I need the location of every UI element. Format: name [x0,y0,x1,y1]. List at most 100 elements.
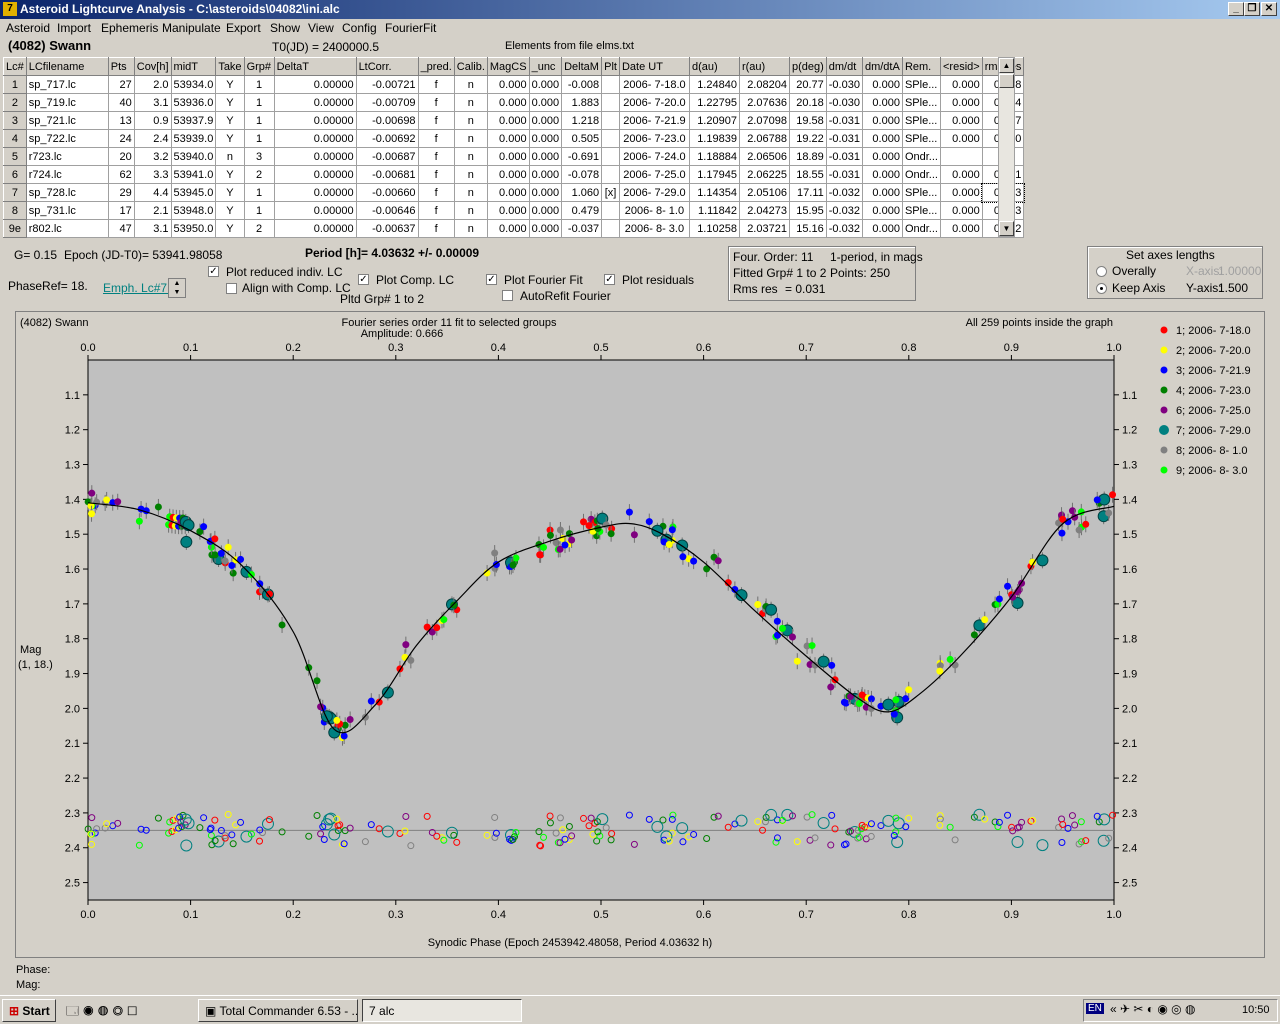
table-cell[interactable]: 53948.0 [170,201,217,220]
table-cell[interactable]: sp_719.lc [25,93,109,112]
table-cell[interactable]: 2006- 7-24.0 [618,147,690,166]
start-button[interactable]: ⊞ Start [2,999,56,1022]
table-cell[interactable]: 0.000 [861,147,903,166]
table-cell[interactable] [601,219,620,238]
table-cell[interactable]: SPle... [901,201,941,220]
table-cell[interactable]: 1 [243,201,275,220]
table-cell[interactable]: 2006- 7-18.0 [618,75,690,94]
table-cell[interactable]: -0.00660 [355,183,419,202]
table-cell[interactable]: 0.000 [528,219,563,238]
row-number[interactable]: 8 [3,201,27,220]
menu-show[interactable]: Show [270,21,300,35]
table-cell[interactable]: 13 [107,111,135,130]
table-cell[interactable] [601,129,620,148]
table-cell[interactable]: -0.030 [825,93,863,112]
maximize-button[interactable]: ❐ [1244,2,1260,16]
scroll-down-icon[interactable]: ▼ [999,221,1014,236]
scroll-thumb[interactable] [999,74,1014,88]
table-cell[interactable]: 0.000 [861,129,903,148]
table-cell[interactable]: 0.00000 [273,111,357,130]
table-cell[interactable]: 53940.0 [170,147,217,166]
column-header[interactable]: MagCS [486,57,530,76]
menu-export[interactable]: Export [226,21,261,35]
table-cell[interactable] [601,111,620,130]
table-cell[interactable]: -0.00681 [355,165,419,184]
table-cell[interactable]: -0.037 [561,219,603,238]
table-cell[interactable]: sp_721.lc [25,111,109,130]
xaxis-value[interactable]: 1.00000 [1218,264,1261,278]
table-cell[interactable]: -0.00709 [355,93,419,112]
minimize-button[interactable]: _ [1228,2,1244,16]
table-cell[interactable]: 0.000 [939,93,983,112]
table-cell[interactable]: 53934.0 [170,75,217,94]
column-header[interactable]: Plt [601,57,620,76]
table-cell[interactable]: 1.14354 [688,183,740,202]
column-header[interactable]: DeltaT [273,57,357,76]
table-cell[interactable]: n [453,201,488,220]
table-cell[interactable]: 0.000 [486,165,530,184]
table-cell[interactable]: 15.95 [788,201,827,220]
table-cell[interactable]: 0.000 [486,129,530,148]
column-header[interactable]: LCfilename [25,57,109,76]
row-number[interactable]: 5 [3,147,27,166]
column-header[interactable]: Pts [107,57,135,76]
table-cell[interactable]: Y [215,183,245,202]
table-cell[interactable]: 1.18884 [688,147,740,166]
table-cell[interactable]: 0.000 [486,111,530,130]
table-cell[interactable]: 2.06788 [738,129,790,148]
table-cell[interactable]: Ondr... [901,219,941,238]
table-cell[interactable]: 53936.0 [170,93,217,112]
table-cell[interactable]: -0.031 [825,129,863,148]
align-comp-checkbox[interactable] [226,283,237,294]
table-cell[interactable] [601,201,620,220]
table-cell[interactable]: SPle... [901,75,941,94]
column-header[interactable]: dm/dtA [861,57,903,76]
menu-import[interactable]: Import [57,21,91,35]
table-row[interactable]: 4 sp_722.lc 24 2.4 53939.0 Y 1 0.00000 -0.00692 f… [3,129,1025,148]
table-cell[interactable]: 20.18 [788,93,827,112]
table-cell[interactable]: -0.00646 [355,201,419,220]
table-cell[interactable]: 20 [107,147,135,166]
table-cell[interactable]: 0.00000 [273,201,357,220]
table-cell[interactable]: 1 [243,75,275,94]
table-cell[interactable]: 2.06225 [738,165,790,184]
row-number[interactable]: 3 [3,111,27,130]
table-cell[interactable]: 0.00000 [273,219,357,238]
table-cell[interactable]: f [417,183,455,202]
column-header[interactable]: Date UT [618,57,690,76]
table-cell[interactable]: 0.000 [861,219,903,238]
table-cell[interactable]: -0.032 [825,219,863,238]
table-cell[interactable]: 0.000 [486,201,530,220]
menu-fourierfit[interactable]: FourierFit [385,21,436,35]
table-cell[interactable]: 1 [243,111,275,130]
table-row[interactable]: 7 sp_728.lc 29 4.4 53945.0 Y 1 0.00000 -0.00660 f… [3,182,1025,203]
table-cell[interactable]: 2006- 7-23.0 [618,129,690,148]
autorefit-checkbox[interactable] [502,290,513,301]
quicklaunch-icons[interactable]: 🗔◉◍◎☐ [66,1002,141,1023]
emph-spinner[interactable]: ▲ ▼ [168,278,186,298]
table-cell[interactable]: 19.58 [788,111,827,130]
table-cell[interactable]: f [417,219,455,238]
plot-comp-checkbox[interactable]: ✓ [358,274,369,285]
table-cell[interactable]: 2.08204 [738,75,790,94]
table-cell[interactable]: 24 [107,129,135,148]
close-button[interactable]: ✕ [1261,2,1277,16]
yaxis-value[interactable]: 1.500 [1218,281,1248,295]
table-cell[interactable]: 2.1 [133,201,172,220]
column-header[interactable]: r(au) [738,57,790,76]
table-cell[interactable]: -0.00637 [355,219,419,238]
table-cell[interactable]: 0.000 [939,111,983,130]
table-cell[interactable]: 0.000 [939,201,983,220]
table-row[interactable]: 9e r802.lc 47 3.1 53950.0 Y 2 0.00000 -0.00637 f n… [3,219,1025,238]
plot-reduced-checkbox[interactable]: ✓ [208,266,219,277]
table-cell[interactable]: 53950.0 [170,219,217,238]
table-cell[interactable]: 18.89 [788,147,827,166]
table-cell[interactable]: 0.00000 [273,75,357,94]
row-number[interactable]: 9e [3,219,27,238]
table-cell[interactable]: 2006- 7-21.9 [618,111,690,130]
column-header[interactable]: Take [215,57,245,76]
column-header[interactable]: d(au) [688,57,740,76]
overally-radio[interactable] [1096,266,1107,277]
table-cell[interactable]: f [417,201,455,220]
table-cell[interactable]: 1 [243,129,275,148]
